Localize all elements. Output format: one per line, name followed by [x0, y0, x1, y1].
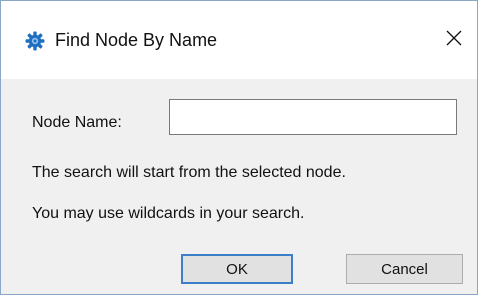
gear-icon — [25, 31, 45, 51]
dialog-title: Find Node By Name — [55, 30, 218, 50]
find-node-dialog: Find Node By Name Node Name: The search … — [0, 0, 478, 295]
search-start-info: The search will start from the selected … — [32, 164, 346, 181]
close-button[interactable] — [431, 17, 477, 63]
dialog-body: Node Name: The search will start from th… — [1, 79, 477, 294]
node-name-label: Node Name: — [32, 114, 122, 131]
ok-button[interactable]: OK — [181, 254, 293, 284]
close-icon — [445, 29, 463, 52]
title-bar: Find Node By Name — [1, 1, 477, 79]
cancel-button[interactable]: Cancel — [346, 254, 463, 284]
wildcard-info: You may use wildcards in your search. — [32, 205, 305, 222]
node-name-input[interactable] — [169, 99, 457, 135]
